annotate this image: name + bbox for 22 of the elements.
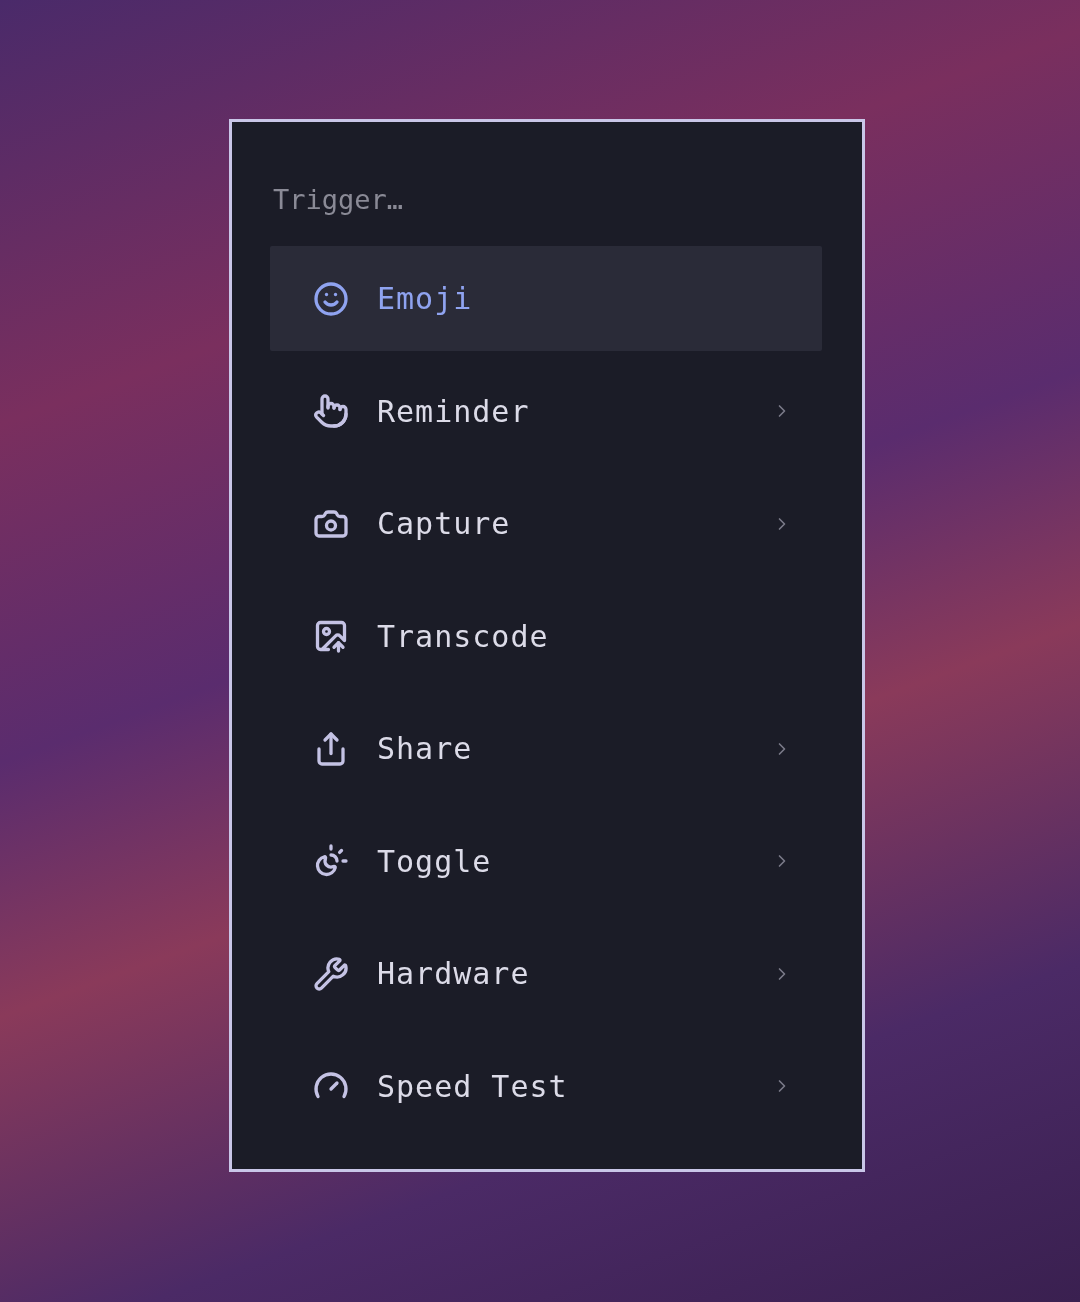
menu-item[interactable]: Emoji [270,246,822,351]
menu-item-label: Toggle [377,842,493,881]
menu-item-label: Capture [377,505,512,543]
menu-item[interactable]: Speed Test [270,1033,822,1139]
image-arrow-icon [313,618,349,654]
menu-item-label: Transcode [377,617,550,656]
menu-item[interactable]: Toggle [270,808,822,914]
wrench-icon [313,955,349,992]
menu-item[interactable]: Capture [270,471,822,576]
pointing-hand-icon [313,393,349,429]
menu-item-label: Emoji [377,280,474,318]
sun-moon-icon [313,843,349,879]
menu-item-label: Hardware [377,955,531,993]
menu-item-label: Speed Test [377,1067,569,1106]
menu-item[interactable]: Reminder [270,358,822,464]
menu-item[interactable]: Share [270,696,822,801]
smiley-face-icon [313,280,349,317]
menu-item[interactable]: Transcode [270,583,822,689]
menu-item-label: Share [377,730,474,768]
search-field[interactable]: Trigger… [270,177,824,221]
menu-item[interactable]: Hardware [270,921,822,1026]
menu-item-label: Reminder [377,392,531,431]
